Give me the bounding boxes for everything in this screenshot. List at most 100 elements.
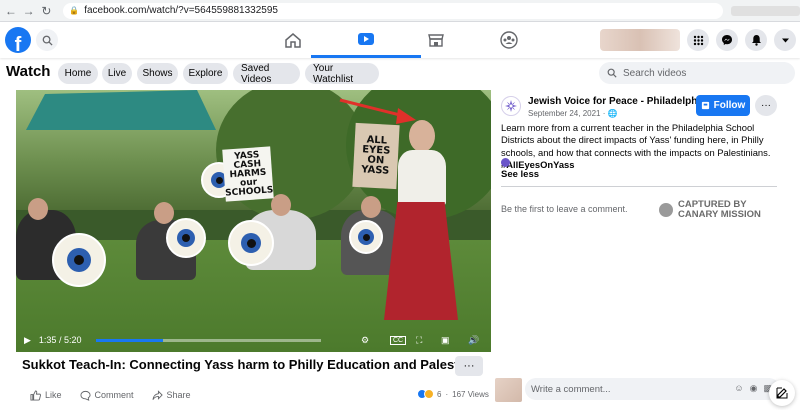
tab-home[interactable]: Home [58, 63, 98, 84]
comment-input-icons: ☺ ◉ ▩ [728, 383, 772, 394]
search-videos-input[interactable]: Search videos [599, 62, 795, 84]
user-avatar [495, 378, 522, 402]
view-count: 167 Views [452, 389, 489, 399]
video-eye-sign [52, 233, 106, 287]
no-comments-message: Be the first to leave a comment. [501, 204, 628, 214]
tab-shows[interactable]: Shows [137, 63, 178, 84]
compose-icon [776, 387, 788, 399]
facebook-logo[interactable]: f [5, 27, 31, 53]
video-more-options-button[interactable]: ··· [455, 356, 483, 376]
play-icon[interactable]: ▶ [24, 335, 31, 346]
comment-placeholder: Write a comment... [531, 383, 611, 395]
comment-icon [79, 390, 91, 401]
post-actions: Like Comment Share [30, 388, 209, 402]
video-player[interactable]: YASS CASH HARMS our SCHOOLS ALL EYES ON … [16, 90, 491, 352]
reactions-summary[interactable]: 6 · 167 Views [417, 389, 489, 399]
groups-icon [500, 31, 518, 49]
views-separator: · [445, 389, 449, 399]
page-name-link[interactable]: Jewish Voice for Peace - Philadelphia [528, 96, 706, 107]
nav-groups[interactable] [454, 22, 564, 58]
thumbs-up-icon [30, 389, 41, 401]
follow-button[interactable]: Follow [696, 95, 750, 116]
back-arrow-icon[interactable]: ← [4, 3, 18, 19]
apps-grid-icon [693, 35, 703, 45]
watermark-line-2: CANARY MISSION [678, 209, 761, 220]
video-eye-sign [228, 220, 274, 266]
follow-page-icon [701, 101, 709, 110]
comment-input[interactable]: Write a comment... ☺ ◉ ▩ [525, 378, 780, 400]
pip-icon[interactable]: ▣ [441, 335, 450, 346]
fullscreen-icon[interactable]: ⛶ [416, 335, 422, 346]
emoji-icon[interactable]: ☺ [734, 383, 743, 394]
page-more-options-button[interactable]: ··· [755, 95, 777, 116]
comment-composer: Write a comment... ☺ ◉ ▩ [493, 374, 800, 404]
facebook-top-nav: f [0, 22, 800, 58]
share-label: Share [166, 390, 191, 400]
see-less-link[interactable]: See less [501, 169, 539, 180]
home-icon [285, 33, 301, 48]
search-icon [607, 68, 617, 78]
post-date-text: September 24, 2021 · [528, 109, 608, 118]
comment-button[interactable]: Comment [79, 390, 134, 401]
video-title: Sukkot Teach-In: Connecting Yass harm to… [22, 357, 478, 372]
watermark-logo-icon [659, 203, 673, 217]
search-icon [42, 35, 53, 46]
red-arrow-annotation [339, 98, 416, 124]
search-button[interactable] [36, 29, 58, 51]
search-videos-placeholder: Search videos [623, 67, 687, 79]
share-icon [151, 389, 163, 400]
post-description: Learn more from a current teacher in the… [501, 122, 786, 172]
forward-arrow-icon[interactable]: → [22, 3, 36, 19]
video-protest-sign: ALL EYES ON YASS [352, 122, 400, 190]
notifications-button[interactable] [745, 29, 767, 51]
account-chevron-icon [781, 38, 789, 42]
like-button[interactable]: Like [30, 389, 62, 401]
video-speaker-shirt [398, 150, 446, 205]
profile-shortcut[interactable] [600, 29, 680, 51]
video-eye-sign [166, 218, 206, 258]
address-bar[interactable]: 🔒 facebook.com/watch/?v=564559881332595 [63, 2, 724, 19]
marketplace-icon [428, 34, 444, 47]
video-eye-sign [349, 220, 383, 254]
care-reaction-icon [424, 389, 434, 399]
description-emoji-icon [501, 158, 510, 167]
settings-icon[interactable]: ⚙ [361, 335, 369, 346]
watch-icon [358, 32, 374, 45]
tab-explore[interactable]: Explore [183, 63, 228, 84]
video-person-head [361, 196, 381, 218]
video-person-head [154, 202, 174, 224]
video-protest-sign: YASS CASH HARMS our SCHOOLS [222, 146, 274, 202]
like-label: Like [45, 390, 62, 400]
reload-icon[interactable]: ↻ [40, 3, 54, 19]
watch-page-title: Watch [6, 63, 51, 80]
tab-your-watchlist[interactable]: Your Watchlist [305, 63, 379, 85]
watch-header: Watch Home Live Shows Explore Saved Vide… [0, 60, 800, 88]
new-message-button[interactable] [769, 380, 795, 406]
captions-icon[interactable]: CC [390, 335, 407, 345]
panel-divider [501, 186, 777, 187]
reaction-count: 6 [437, 389, 442, 399]
volume-icon[interactable]: 🔊 [468, 335, 479, 346]
globe-icon: 🌐 [607, 109, 618, 118]
share-button[interactable]: Share [151, 389, 191, 401]
video-person-head [271, 194, 291, 216]
post-date[interactable]: September 24, 2021 · 🌐 [528, 109, 618, 118]
messenger-button[interactable] [716, 29, 738, 51]
canary-mission-watermark: CAPTURED BY CANARY MISSION [659, 200, 761, 220]
video-controls: ▶ 1:35 / 5:20 ⚙ CC ⛶ ▣ 🔊 [16, 328, 491, 352]
tab-saved-videos[interactable]: Saved Videos [233, 63, 300, 85]
tab-live[interactable]: Live [102, 63, 132, 84]
notifications-bell-icon [751, 35, 761, 46]
video-canopy [26, 90, 216, 130]
jvp-logo-icon [505, 100, 517, 112]
browser-toolbar: ← → ↻ 🔒 facebook.com/watch/?v=5645598813… [0, 0, 800, 22]
address-text: facebook.com/watch/?v=564559881332595 [84, 5, 278, 16]
apps-menu-button[interactable] [687, 29, 709, 51]
lock-icon: 🔒 [69, 6, 80, 15]
account-menu-button[interactable] [774, 29, 796, 51]
camera-icon[interactable]: ◉ [750, 383, 758, 394]
browser-extensions-area [731, 5, 800, 16]
messenger-icon [722, 35, 732, 45]
page-avatar[interactable] [501, 96, 521, 116]
video-person-head [28, 198, 48, 220]
